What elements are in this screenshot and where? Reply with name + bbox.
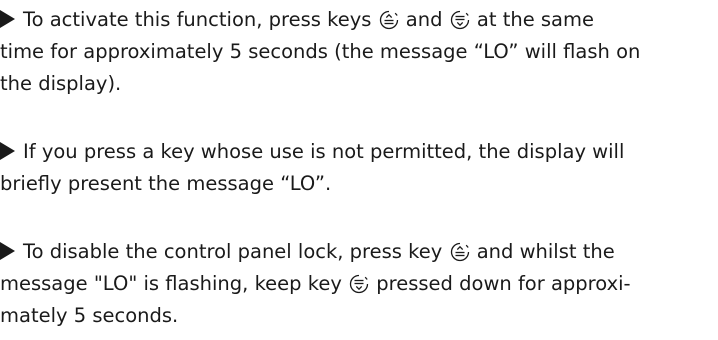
instruction-document: To activate this function, press keys an… <box>0 0 718 340</box>
bullet-arrow-icon <box>0 10 15 28</box>
bullet-arrow-icon <box>0 242 15 260</box>
text-segment: at the same <box>470 8 594 31</box>
paragraph-line: To activate this function, press keys an… <box>0 4 718 36</box>
bullet-arrow-icon <box>0 142 15 160</box>
text-segment: To activate this function, press keys <box>23 8 378 31</box>
text-segment: If you press a key whose use is not perm… <box>23 140 625 163</box>
text-segment: message "LO" is flashing, keep key <box>0 272 349 295</box>
text-segment: To disable the control panel lock, press… <box>23 240 449 263</box>
not-permitted-paragraph: If you press a key whose use is not perm… <box>0 136 718 200</box>
text-segment: time for approximately 5 seconds (the me… <box>0 40 641 63</box>
key-up-icon <box>378 9 400 31</box>
activate-lock-paragraph: To activate this function, press keys an… <box>0 4 718 100</box>
text-segment: mately 5 seconds. <box>0 304 179 327</box>
text-segment: and <box>399 8 449 31</box>
key-up-icon <box>449 241 471 263</box>
key-down-icon <box>348 273 370 295</box>
paragraph-line: mately 5 seconds. <box>0 300 718 332</box>
text-segment: pressed down for approxi- <box>370 272 631 295</box>
paragraph-line: the display). <box>0 68 718 100</box>
disable-lock-paragraph: To disable the control panel lock, press… <box>0 236 718 332</box>
paragraph-line: briefly present the message “LO”. <box>0 168 718 200</box>
text-segment: the display). <box>0 72 122 95</box>
paragraph-line: To disable the control panel lock, press… <box>0 236 718 268</box>
paragraph-line: time for approximately 5 seconds (the me… <box>0 36 718 68</box>
paragraph-line: message "LO" is flashing, keep key press… <box>0 268 718 300</box>
text-segment: briefly present the message “LO”. <box>0 172 332 195</box>
text-segment: and whilst the <box>470 240 615 263</box>
key-down-icon <box>449 9 471 31</box>
paragraph-line: If you press a key whose use is not perm… <box>0 136 718 168</box>
